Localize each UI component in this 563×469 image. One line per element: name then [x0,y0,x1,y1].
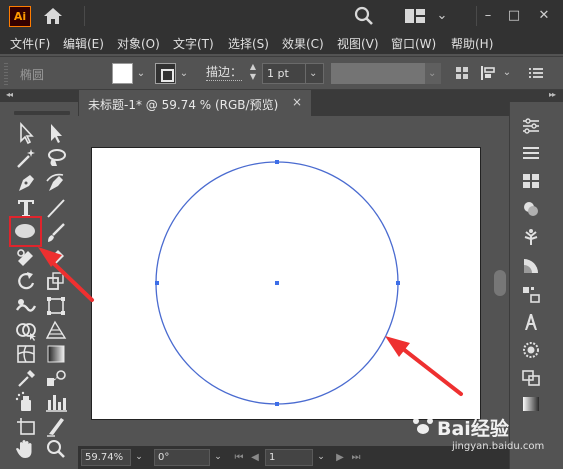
symbol-sprayer-tool[interactable] [13,390,39,414]
right-panel-header[interactable]: ▸▸ [509,90,563,102]
grid-icon[interactable] [453,64,471,82]
document-tab[interactable]: 未标题-1* @ 59.74 % (RGB/预览) × [79,90,311,116]
blend-tool[interactable] [43,366,69,390]
column-graph-tool[interactable] [43,390,69,414]
direct-selection-tool[interactable] [43,121,69,145]
slice-tool[interactable] [43,414,69,438]
last-artboard-button[interactable]: ⏭ [349,450,363,465]
symbols-icon[interactable] [520,227,542,247]
artboard-number-field[interactable]: 1 [265,449,313,466]
transform-icon[interactable] [520,284,542,304]
title-bar: Ai ⌄ – □ ✕ [0,0,563,32]
curvature-tool[interactable] [43,171,69,195]
align-dropdown-arrow[interactable]: ⌄ [500,62,514,83]
titlebar-divider [84,6,85,26]
menu-window[interactable]: 窗口(W) [391,35,436,52]
tools-panel-grip[interactable] [14,111,70,115]
color-icon[interactable] [520,199,542,219]
character-icon[interactable] [520,312,542,332]
fill-swatch[interactable] [112,63,133,84]
shaper-tool[interactable] [13,244,39,268]
watermark-url: jingyan.baidu.com [452,441,545,452]
perspective-grid-tool[interactable] [43,318,69,342]
magic-wand-tool[interactable] [13,146,39,170]
stroke-swatch[interactable] [155,63,176,84]
eraser-tool[interactable] [43,244,69,268]
pathfinder-icon[interactable] [520,368,542,388]
free-transform-tool[interactable] [43,294,69,318]
stroke-weight-input[interactable]: 1 pt [262,63,306,84]
expand-panels-arrows-icon[interactable]: ▸▸ [549,90,556,99]
home-icon[interactable] [42,7,64,25]
minimize-button[interactable]: – [478,6,498,26]
previous-artboard-button[interactable]: ◀ [248,450,262,465]
zoom-tool[interactable] [43,437,69,461]
arrange-documents-icon[interactable] [404,8,426,24]
artboard[interactable] [91,147,481,420]
maximize-button[interactable]: □ [504,6,524,26]
illustrator-window: Ai ⌄ – □ ✕ 文件(F) 编辑(E) 对象(O) 文字(T) 选择(S)… [0,0,563,469]
menu-file[interactable]: 文件(F) [10,35,50,52]
stroke-weight-dropdown[interactable]: ⌄ [306,63,324,84]
scale-tool[interactable] [43,269,69,293]
artboard-dropdown-arrow[interactable]: ⌄ [314,449,328,466]
variable-width-dropdown[interactable]: ⌄ [425,63,441,84]
hand-tool[interactable] [13,437,39,461]
menu-edit[interactable]: 编辑(E) [63,35,104,52]
zoom-dropdown-arrow[interactable]: ⌄ [132,449,146,466]
layers-icon[interactable] [520,143,542,163]
gradient-panel-icon[interactable] [520,394,542,414]
rotate-tool[interactable] [13,269,39,293]
eyedropper-tool[interactable] [13,366,39,390]
ai-logo: Ai [9,6,31,27]
align-icon[interactable] [479,64,501,82]
pen-tool[interactable] [13,171,39,195]
stroke-dropdown-arrow[interactable]: ⌄ [177,63,191,84]
properties-icon[interactable] [520,116,542,136]
next-artboard-button[interactable]: ▶ [333,450,347,465]
collapse-arrows-icon[interactable]: ◂◂ [6,90,13,99]
rotation-dropdown-arrow[interactable]: ⌄ [211,449,225,466]
close-document-button[interactable]: × [292,95,302,109]
close-window-button[interactable]: ✕ [534,6,554,26]
color-guide-icon[interactable] [520,256,542,276]
menu-view[interactable]: 视图(V) [337,35,379,52]
watermark-text: Bai经验 [437,418,509,440]
stroke-label[interactable]: 描边： [206,64,243,81]
control-bar-grip[interactable] [4,63,8,85]
ellipse-tool-highlight-box [9,216,42,247]
titlebar-divider-2 [476,6,477,26]
menu-select[interactable]: 选择(S) [228,35,269,52]
artboard-tool[interactable] [13,414,39,438]
rotation-field[interactable]: 0° [154,449,210,466]
stroke-weight-stepper[interactable]: ▲ ▼ [246,62,260,84]
menu-effect[interactable]: 效果(C) [282,35,324,52]
menu-help[interactable]: 帮助(H) [451,35,493,52]
shape-builder-tool[interactable] [13,318,39,342]
menu-bar: 文件(F) 编辑(E) 对象(O) 文字(T) 选择(S) 效果(C) 视图(V… [0,32,563,54]
appearance-icon[interactable] [520,340,542,360]
menu-type[interactable]: 文字(T) [173,35,214,52]
menu-object[interactable]: 对象(O) [117,35,160,52]
paintbrush-tool[interactable] [43,221,69,245]
warp-tool[interactable] [13,294,39,318]
mesh-tool[interactable] [13,342,39,366]
gradient-tool[interactable] [43,342,69,366]
selection-tool[interactable] [13,121,39,145]
search-icon[interactable] [353,6,375,26]
vertical-scroll-thumb[interactable] [494,270,506,296]
current-tool-name: 椭圆 [20,68,45,82]
toolbar-header[interactable]: ◂◂ [0,90,78,102]
document-tab-title[interactable]: 未标题-1* @ 59.74 % (RGB/预览) [88,96,278,113]
arrange-dropdown-arrow[interactable]: ⌄ [432,6,452,26]
variable-width-profile[interactable] [331,63,425,84]
line-segment-tool[interactable] [43,196,69,220]
zoom-level-field[interactable]: 59.74% [81,449,131,466]
swatches-icon[interactable] [520,171,542,191]
first-artboard-button[interactable]: ⏮ [232,450,246,465]
lasso-tool[interactable] [43,146,69,170]
panel-menu-icon[interactable] [527,64,545,82]
fill-dropdown-arrow[interactable]: ⌄ [134,63,148,84]
